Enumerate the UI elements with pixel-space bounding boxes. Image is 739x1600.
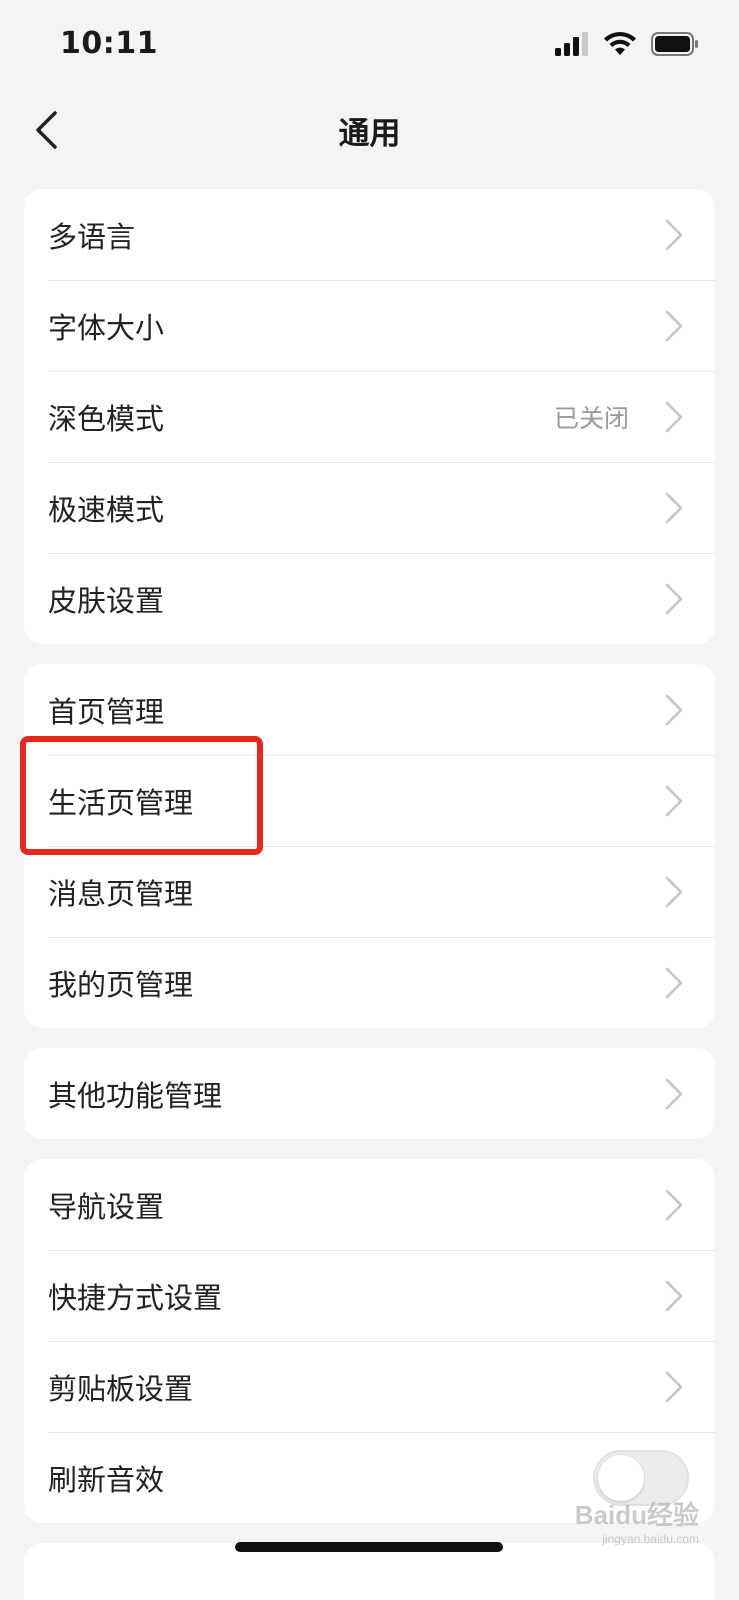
- row-label: 刷新音效: [48, 1462, 165, 1497]
- row-label: 极速模式: [48, 492, 165, 527]
- row-other-features-management[interactable]: 其他功能管理: [24, 1048, 715, 1139]
- watermark: Baidu经验 jingyan.baidu.com: [575, 1495, 699, 1546]
- cellular-signal-icon: [555, 32, 589, 60]
- row-clipboard-settings[interactable]: 剪贴板设置: [24, 1341, 715, 1432]
- row-label: 生活页管理: [48, 785, 194, 820]
- chevron-right-icon: [663, 874, 685, 910]
- row-label: 多语言: [48, 219, 136, 254]
- row-label: 剪贴板设置: [48, 1371, 194, 1406]
- settings-group-pages: 首页管理 生活页管理 消息页管理 我的页管理: [24, 664, 715, 1028]
- row-label: 皮肤设置: [48, 583, 165, 618]
- row-navigation-settings[interactable]: 导航设置: [24, 1159, 715, 1250]
- chevron-right-icon: [663, 965, 685, 1001]
- page-title: 通用: [338, 116, 401, 152]
- screen: 10:11 通用 多语言 字体大小 深色模式 已关闭 极速模式 皮肤设置 首页管…: [0, 0, 739, 1600]
- settings-group-other: 其他功能管理: [24, 1048, 715, 1139]
- row-label: 字体大小: [48, 310, 165, 345]
- chevron-right-icon: [663, 783, 685, 819]
- row-label: 导航设置: [48, 1189, 165, 1224]
- chevron-right-icon: [663, 399, 685, 435]
- chevron-right-icon: [663, 490, 685, 526]
- row-my-page-management[interactable]: 我的页管理: [24, 937, 715, 1028]
- settings-group-navigation: 导航设置 快捷方式设置 剪贴板设置 刷新音效: [24, 1159, 715, 1523]
- battery-icon: [651, 32, 699, 60]
- watermark-main: Baidu经验: [574, 1500, 699, 1530]
- wifi-icon: [603, 32, 637, 60]
- chevron-right-icon: [663, 692, 685, 728]
- row-shortcut-settings[interactable]: 快捷方式设置: [24, 1250, 715, 1341]
- settings-group-display: 多语言 字体大小 深色模式 已关闭 极速模式 皮肤设置: [24, 189, 715, 644]
- chevron-right-icon: [663, 1278, 685, 1314]
- row-language[interactable]: 多语言: [24, 189, 715, 280]
- row-life-page-management[interactable]: 生活页管理: [24, 755, 715, 846]
- chevron-right-icon: [663, 1369, 685, 1405]
- status-bar: 10:11: [0, 0, 739, 90]
- row-speed-mode[interactable]: 极速模式: [24, 462, 715, 553]
- status-icons: [555, 32, 699, 60]
- row-label: 首页管理: [48, 694, 165, 729]
- row-label: 深色模式: [48, 401, 165, 436]
- row-label: 其他功能管理: [48, 1078, 223, 1113]
- status-time: 10:11: [60, 26, 158, 61]
- chevron-right-icon: [663, 581, 685, 617]
- chevron-right-icon: [663, 308, 685, 344]
- row-home-page-management[interactable]: 首页管理: [24, 664, 715, 755]
- row-label: 消息页管理: [48, 876, 194, 911]
- watermark-sub: jingyan.baidu.com: [602, 1532, 699, 1546]
- toggle-knob: [598, 1454, 644, 1501]
- chevron-right-icon: [663, 217, 685, 253]
- row-label: 快捷方式设置: [48, 1280, 223, 1315]
- chevron-right-icon: [663, 1187, 685, 1223]
- row-skin-settings[interactable]: 皮肤设置: [24, 553, 715, 644]
- chevron-right-icon: [663, 1076, 685, 1112]
- dark-mode-status: 已关闭: [553, 403, 629, 433]
- row-dark-mode[interactable]: 深色模式 已关闭: [24, 371, 715, 462]
- navigation-bar: 通用: [0, 90, 739, 170]
- row-label: 我的页管理: [48, 967, 194, 1002]
- row-message-page-management[interactable]: 消息页管理: [24, 846, 715, 937]
- home-indicator: [235, 1542, 503, 1552]
- row-font-size[interactable]: 字体大小: [24, 280, 715, 371]
